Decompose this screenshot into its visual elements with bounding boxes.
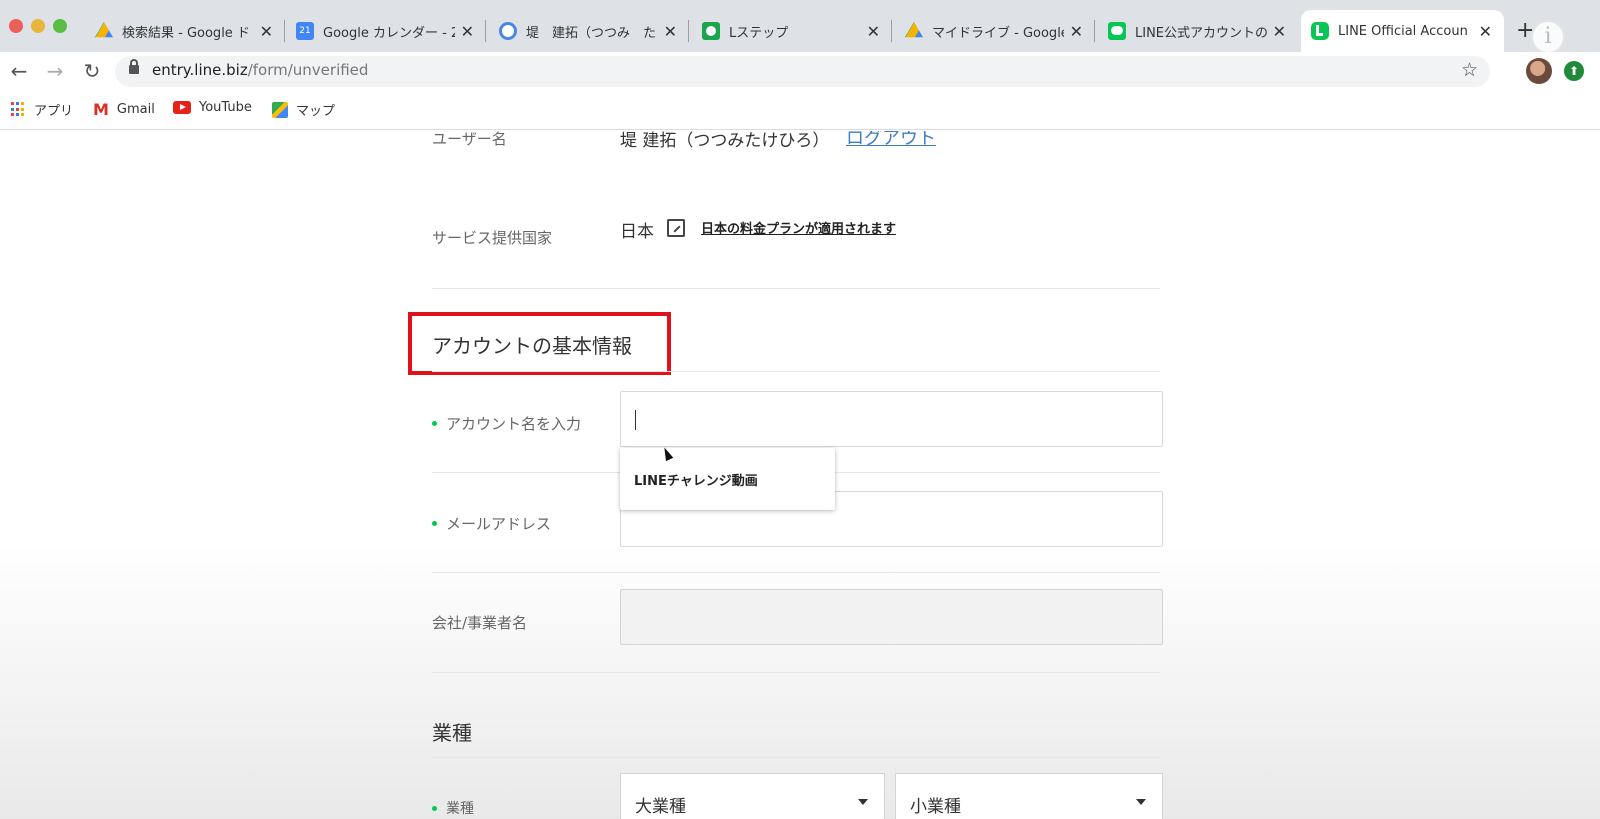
bookmark-label: YouTube <box>199 100 252 115</box>
industry-major-select[interactable]: 大業種 <box>620 773 885 819</box>
tab-my-drive[interactable]: マイドライブ - Google ✕ <box>895 10 1095 52</box>
youtube-icon <box>173 101 191 114</box>
tab-close-icon[interactable]: ✕ <box>664 22 677 41</box>
company-input[interactable] <box>620 589 1163 645</box>
tab-google-calendar[interactable]: 21 Google カレンダー - 2 ✕ <box>286 10 486 52</box>
country-value: 日本 <box>620 222 654 242</box>
country-label: サービス提供国家 <box>432 229 553 247</box>
email-label: メールアドレス <box>432 513 551 534</box>
tab-close-icon[interactable]: ✕ <box>1273 22 1286 41</box>
tab-title: LINE公式アカウントの <box>1135 25 1267 41</box>
tab-line-official-jp[interactable]: LINE公式アカウントの ✕ <box>1098 10 1298 52</box>
window-minimize-button[interactable] <box>31 19 45 33</box>
tab-lstep[interactable]: Lステップ ✕ <box>692 10 892 52</box>
bookmark-label: マップ <box>296 104 336 119</box>
tab-close-icon[interactable]: ✕ <box>1070 22 1083 41</box>
logout-link[interactable]: ログアウト <box>846 131 936 150</box>
window-close-button[interactable] <box>9 19 23 33</box>
profile-icon <box>499 22 517 40</box>
industry-minor-select[interactable]: 小業種 <box>895 773 1163 819</box>
lock-icon <box>129 59 139 74</box>
tab-profile[interactable]: 堤 建拓（つつみ た ✕ <box>489 10 689 52</box>
industry-title: 業種 <box>432 721 472 745</box>
basic-info-title: アカウントの基本情報 <box>432 334 632 358</box>
tab-drive-search[interactable]: 検索結果 - Google ド ✕ <box>85 10 285 52</box>
extension-icon[interactable]: ⬆ <box>1564 61 1584 81</box>
select-value: 小業種 <box>910 797 961 817</box>
google-drive-icon <box>95 22 113 38</box>
tab-close-icon[interactable]: ✕ <box>260 22 273 41</box>
line-official-icon <box>1311 22 1329 40</box>
google-calendar-icon: 21 <box>296 22 314 40</box>
divider <box>432 371 1160 372</box>
industry-label: 業種 <box>432 798 474 818</box>
country-plan-link[interactable]: 日本の料金プランが適用されます <box>701 218 896 237</box>
bookmark-gmail[interactable]: M Gmail <box>93 100 155 119</box>
tab-title: Google カレンダー - 2 <box>323 25 455 41</box>
line-icon <box>1108 22 1126 40</box>
company-label: 会社/事業者名 <box>432 614 528 632</box>
forward-arrow-icon[interactable]: → <box>41 57 69 85</box>
tab-close-icon[interactable]: ✕ <box>461 22 474 41</box>
tab-title: 検索結果 - Google ド <box>122 25 250 41</box>
tab-title: Lステップ <box>729 25 789 41</box>
chevron-down-icon <box>1136 799 1146 805</box>
reload-icon[interactable]: ↻ <box>78 57 106 85</box>
tab-strip: 検索結果 - Google ド ✕ 21 Google カレンダー - 2 ✕ … <box>0 0 1600 54</box>
select-value: 大業種 <box>635 797 686 817</box>
tab-title: 堤 建拓（つつみ た <box>526 25 657 41</box>
suggestion-text: LINEチャレンジ動画 <box>634 474 758 489</box>
browser-toolbar: ← → ↻ entry.line.biz/form/unverified ☆ ⬆ <box>0 52 1600 92</box>
window-zoom-button[interactable] <box>53 19 67 33</box>
bookmarks-bar: アプリ M Gmail YouTube マップ <box>0 92 1600 130</box>
bookmark-label: アプリ <box>34 104 74 119</box>
profile-avatar[interactable] <box>1526 58 1552 84</box>
address-bar[interactable]: entry.line.biz/form/unverified ☆ <box>115 56 1490 87</box>
tab-title: マイドライブ - Google <box>932 25 1064 41</box>
maps-icon <box>272 101 288 118</box>
bookmark-youtube[interactable]: YouTube <box>173 100 252 115</box>
bookmark-star-icon[interactable]: ☆ <box>1461 59 1478 81</box>
divider <box>432 288 1160 289</box>
tab-line-official-account[interactable]: LINE Official Accoun ✕ <box>1301 10 1504 52</box>
autocomplete-suggestion[interactable]: LINEチャレンジ動画 <box>620 448 835 510</box>
external-link-icon[interactable] <box>667 219 685 237</box>
lstep-icon <box>702 22 720 40</box>
bookmark-apps[interactable]: アプリ <box>11 100 73 119</box>
divider <box>432 672 1160 673</box>
account-name-label: アカウント名を入力 <box>432 413 581 434</box>
text-caret <box>635 410 636 430</box>
tab-title: LINE Official Accoun <box>1338 23 1468 39</box>
account-name-input[interactable] <box>620 391 1163 447</box>
username-label: ユーザー名 <box>432 131 507 148</box>
url-text: entry.line.biz/form/unverified <box>152 61 369 79</box>
username-value: 堤 建拓（つつみたけひろ） <box>620 131 830 151</box>
registration-form-page: ユーザー名 堤 建拓（つつみたけひろ） ログアウト サービス提供国家 日本 日本… <box>0 131 1600 819</box>
tab-close-icon[interactable]: ✕ <box>1479 22 1492 41</box>
google-drive-icon <box>905 22 923 38</box>
info-icon[interactable]: i <box>1531 20 1565 54</box>
gmail-icon: M <box>93 100 109 119</box>
chevron-down-icon <box>858 799 868 805</box>
divider <box>432 572 1160 573</box>
tab-close-icon[interactable]: ✕ <box>867 22 880 41</box>
bookmark-maps[interactable]: マップ <box>272 100 335 119</box>
apps-grid-icon <box>11 102 26 117</box>
divider <box>432 757 1160 758</box>
back-arrow-icon[interactable]: ← <box>5 57 33 85</box>
bookmark-label: Gmail <box>116 102 155 117</box>
